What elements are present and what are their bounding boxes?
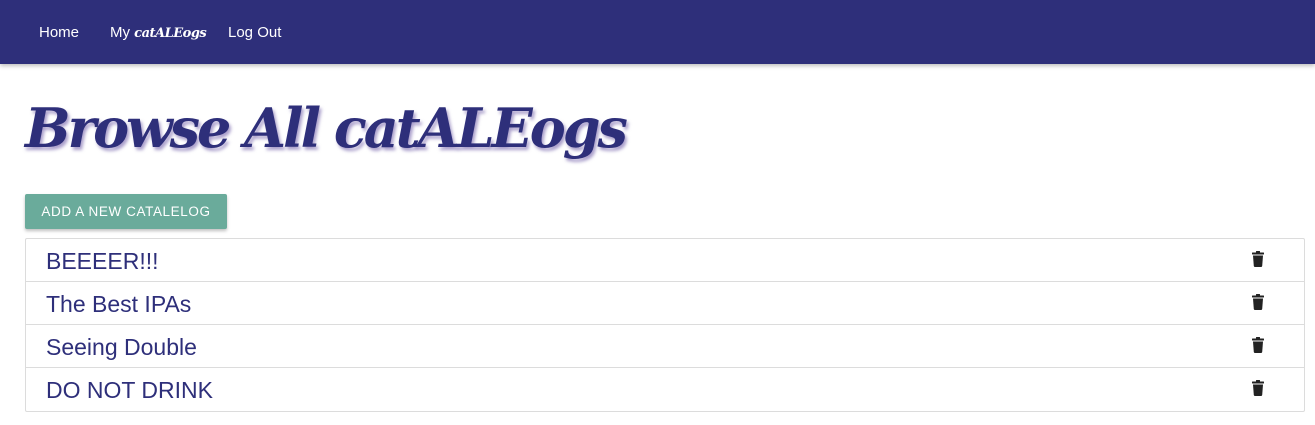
list-item[interactable]: Seeing Double [26, 325, 1304, 368]
trash-icon[interactable] [1252, 294, 1264, 310]
trash-icon[interactable] [1252, 380, 1264, 396]
nav-home-link[interactable]: Home [39, 24, 79, 41]
catalog-title[interactable]: The Best IPAs [46, 291, 191, 318]
list-item[interactable]: DO NOT DRINK [26, 368, 1304, 411]
list-item[interactable]: BEEEER!!! [26, 239, 1304, 282]
catalog-title[interactable]: Seeing Double [46, 334, 197, 361]
catalog-list: BEEEER!!! The Best IPAs Seeing Double DO… [25, 238, 1305, 412]
nav-brand-text: catALEogs [134, 26, 207, 41]
catalog-title[interactable]: DO NOT DRINK [46, 377, 213, 404]
page-title: Browse All catALEogs [25, 96, 628, 160]
trash-icon[interactable] [1252, 251, 1264, 267]
add-catalog-button[interactable]: ADD A NEW CATALELOG [25, 194, 227, 229]
nav-logout-link[interactable]: Log Out [228, 24, 281, 41]
list-item[interactable]: The Best IPAs [26, 282, 1304, 325]
trash-icon[interactable] [1252, 337, 1264, 353]
nav-my-catalogs-link[interactable]: My catALEogs [110, 24, 207, 41]
top-navbar: Home My catALEogs Log Out [0, 0, 1315, 64]
nav-my-prefix: My [110, 24, 135, 41]
catalog-title[interactable]: BEEEER!!! [46, 248, 158, 275]
